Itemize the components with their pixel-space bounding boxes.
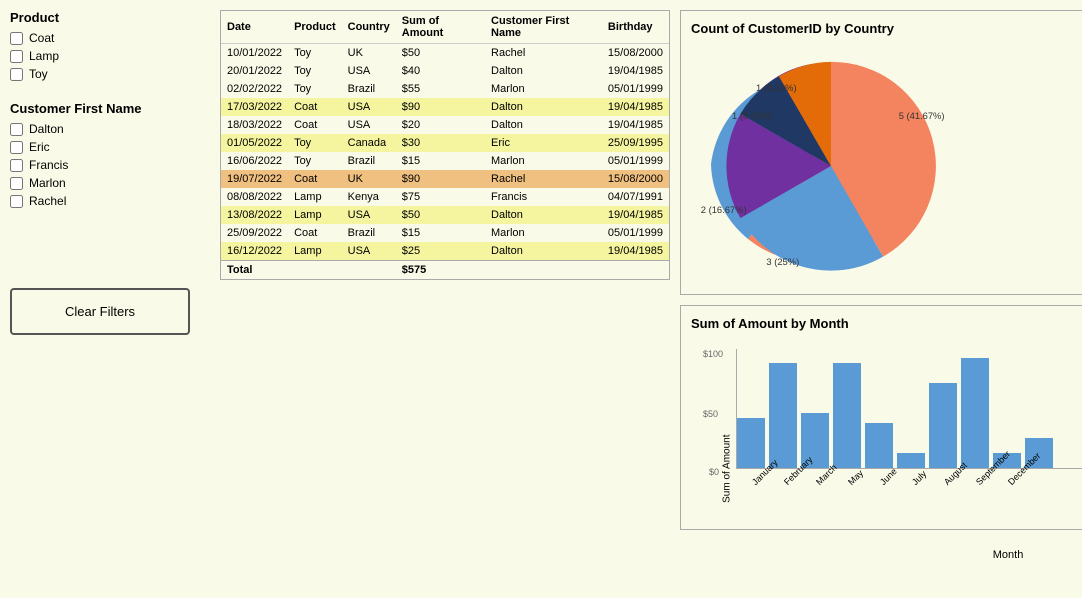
customer-rachel-item[interactable]: Rachel — [10, 194, 210, 208]
bar-chart-box: Sum of Amount by Month Sum of Amount $10… — [680, 305, 1082, 530]
customer-francis-label: Francis — [29, 158, 68, 172]
col-amount: Sum of Amount — [396, 11, 485, 44]
table-row: 01/05/2022ToyCanada$30Eric25/09/1995 — [221, 134, 669, 152]
customer-filter-section: Customer First Name Dalton Eric Francis … — [10, 101, 210, 212]
customer-eric-checkbox[interactable] — [10, 141, 23, 154]
bar-june — [865, 423, 893, 468]
pie-container: 5 (41.67%) 3 (25%) 2 (16.67%) 1 (8.33%) … — [691, 44, 1082, 284]
col-birthday: Birthday — [602, 11, 669, 44]
customer-eric-item[interactable]: Eric — [10, 140, 210, 154]
col-customer: Customer First Name — [485, 11, 602, 44]
svg-text:5 (41.67%): 5 (41.67%) — [899, 111, 945, 121]
product-toy-checkbox[interactable] — [10, 68, 23, 81]
table-row: 19/07/2022CoatUK$90Rachel15/08/2000 — [221, 170, 669, 188]
customer-francis-checkbox[interactable] — [10, 159, 23, 172]
table-row: 18/03/2022CoatUSA$20Dalton19/04/1985 — [221, 116, 669, 134]
table-row: 10/01/2022ToyUK$50Rachel15/08/2000 — [221, 44, 669, 63]
y-tick-50: $50 — [703, 409, 718, 419]
pie-chart-svg-proper: 5 (41.67%) 3 (25%) 2 (16.67%) 1 (8.33%) … — [691, 41, 971, 291]
customer-dalton-checkbox[interactable] — [10, 123, 23, 136]
table-row: 16/12/2022LampUSA$25Dalton19/04/1985 — [221, 242, 669, 261]
customer-marlon-label: Marlon — [29, 176, 66, 190]
bar-labels: JanuaryFebruaryMarchMayJuneJulyAugustSep… — [736, 473, 1082, 517]
table-header-row: Date Product Country Sum of Amount Custo… — [221, 11, 669, 44]
table-row: 17/03/2022CoatUSA$90Dalton19/04/1985 — [221, 98, 669, 116]
clear-filters-button[interactable]: Clear Filters — [10, 288, 190, 335]
center-panel: Date Product Country Sum of Amount Custo… — [220, 10, 670, 588]
bar-chart-area — [736, 349, 1082, 469]
table-total-row: Total $575 — [221, 261, 669, 280]
pie-chart-box: Count of CustomerID by Country — [680, 10, 1082, 295]
bar-august — [929, 383, 957, 468]
product-toy-label: Toy — [29, 67, 48, 81]
y-axis-label: Sum of Amount — [722, 435, 733, 503]
col-date: Date — [221, 11, 288, 44]
table-row: 08/08/2022LampKenya$75Francis04/07/1991 — [221, 188, 669, 206]
svg-text:2 (16.67%): 2 (16.67%) — [701, 205, 747, 215]
product-lamp-item[interactable]: Lamp — [10, 49, 210, 63]
product-filter-title: Product — [10, 10, 210, 25]
x-axis-title: Month — [736, 549, 1082, 561]
total-empty-1 — [288, 261, 342, 280]
product-coat-item[interactable]: Coat — [10, 31, 210, 45]
customer-francis-item[interactable]: Francis — [10, 158, 210, 172]
total-label: Total — [221, 261, 288, 280]
bar-may — [833, 363, 861, 468]
customer-filter-title: Customer First Name — [10, 101, 210, 116]
product-coat-label: Coat — [29, 31, 54, 45]
customer-dalton-label: Dalton — [29, 122, 64, 136]
product-toy-item[interactable]: Toy — [10, 67, 210, 81]
data-table: Date Product Country Sum of Amount Custo… — [221, 11, 669, 279]
total-empty-4 — [602, 261, 669, 280]
pie-chart-title: Count of CustomerID by Country — [691, 21, 1082, 36]
total-empty-3 — [485, 261, 602, 280]
bar-january — [737, 418, 765, 468]
bar-chart-wrapper: Sum of Amount $100 $50 $0 JanuaryFebruar… — [691, 339, 1082, 519]
total-amount: $575 — [396, 261, 485, 280]
customer-eric-label: Eric — [29, 140, 50, 154]
bar-february — [769, 363, 797, 468]
svg-text:1 (8.33%): 1 (8.33%) — [756, 83, 797, 93]
customer-rachel-checkbox[interactable] — [10, 195, 23, 208]
product-lamp-checkbox[interactable] — [10, 50, 23, 63]
customer-marlon-checkbox[interactable] — [10, 177, 23, 190]
svg-text:3 (25%): 3 (25%) — [766, 257, 799, 267]
y-tick-100: $100 — [703, 349, 723, 359]
bar-chart-container: Sum of Amount $100 $50 $0 JanuaryFebruar… — [691, 339, 1082, 519]
table-row: 16/06/2022ToyBrazil$15Marlon05/01/1999 — [221, 152, 669, 170]
customer-marlon-item[interactable]: Marlon — [10, 176, 210, 190]
customer-dalton-item[interactable]: Dalton — [10, 122, 210, 136]
left-panel: Product Coat Lamp Toy Customer First Nam… — [10, 10, 210, 588]
table-row: 13/08/2022LampUSA$50Dalton19/04/1985 — [221, 206, 669, 224]
bar-september — [961, 358, 989, 468]
product-lamp-label: Lamp — [29, 49, 59, 63]
col-country: Country — [342, 11, 396, 44]
y-tick-0: $0 — [709, 467, 719, 477]
main-layout: Product Coat Lamp Toy Customer First Nam… — [0, 0, 1082, 598]
table-row: 02/02/2022ToyBrazil$55Marlon05/01/1999 — [221, 80, 669, 98]
bar-chart-title: Sum of Amount by Month — [691, 316, 1082, 331]
customer-rachel-label: Rachel — [29, 194, 66, 208]
table-row: 25/09/2022CoatBrazil$15Marlon05/01/1999 — [221, 224, 669, 242]
right-panel: Count of CustomerID by Country — [680, 10, 1082, 588]
col-product: Product — [288, 11, 342, 44]
bar-july — [897, 453, 925, 468]
product-coat-checkbox[interactable] — [10, 32, 23, 45]
table-row: 20/01/2022ToyUSA$40Dalton19/04/1985 — [221, 62, 669, 80]
bar-label-july: July — [910, 469, 928, 487]
bar-label-may: May — [846, 468, 865, 487]
data-table-wrapper: Date Product Country Sum of Amount Custo… — [220, 10, 670, 280]
total-empty-2 — [342, 261, 396, 280]
product-filter-section: Product Coat Lamp Toy — [10, 10, 210, 85]
svg-text:1 (8.33%): 1 (8.33%) — [732, 111, 773, 121]
